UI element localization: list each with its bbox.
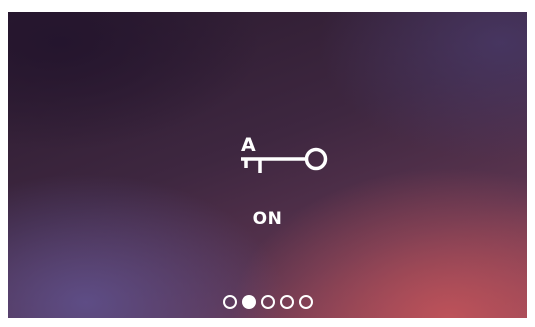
page-dot-1[interactable]	[222, 295, 237, 309]
auto-key-letter: A	[241, 134, 256, 156]
status-label: ON	[252, 209, 283, 229]
page-dot-5[interactable]	[298, 295, 313, 309]
page-indicator	[8, 295, 527, 309]
page-dot-2-active[interactable]	[241, 295, 256, 309]
auto-key-icon: A	[241, 134, 328, 173]
page-dot-3[interactable]	[260, 295, 275, 309]
page-dot-4[interactable]	[279, 295, 294, 309]
display-screen: A ON	[8, 12, 527, 318]
